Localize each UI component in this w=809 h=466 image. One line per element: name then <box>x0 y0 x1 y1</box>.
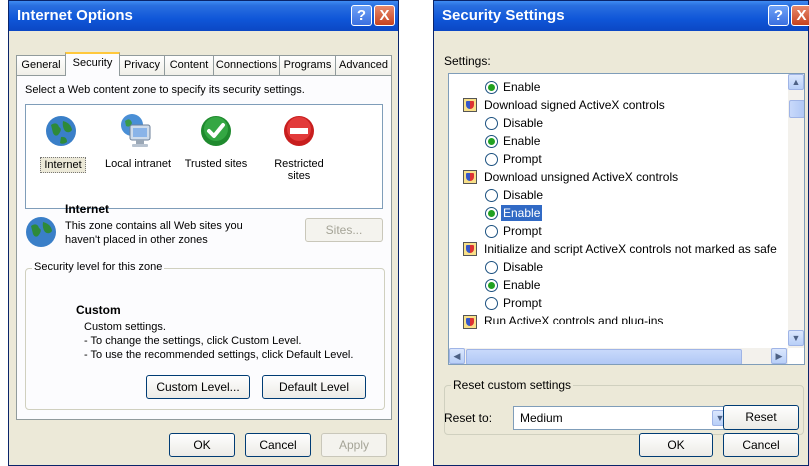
scroll-right-icon[interactable]: ▶ <box>771 348 787 364</box>
radio-disable[interactable] <box>485 117 498 130</box>
tab-security[interactable]: Security <box>65 52 120 76</box>
window-title: Security Settings <box>442 7 565 24</box>
option-label: Prompt <box>503 296 542 310</box>
setting-header: Initialize and script ActiveX controls n… <box>484 242 777 256</box>
option-label-highlighted: Enable <box>501 205 543 221</box>
radio-prompt[interactable] <box>485 297 498 310</box>
zone-restricted-sites[interactable]: Restricted sites <box>264 109 334 199</box>
security-level-line-2: - To change the settings, click Custom L… <box>84 335 302 347</box>
security-level-group: Security level for this zone Custom Cust… <box>25 261 385 410</box>
security-level-line-3: - To use the recommended settings, click… <box>84 349 354 361</box>
globe-icon <box>26 217 56 247</box>
internet-options-title-bar: Internet Options <box>9 1 398 31</box>
zone-local-intranet[interactable]: Local intranet <box>98 109 178 199</box>
shield-icon <box>463 242 477 256</box>
window-title: Internet Options <box>17 7 133 24</box>
zone-description-line-1: This zone contains all Web sites you <box>65 220 243 232</box>
option-label: Enable <box>503 278 541 292</box>
horizontal-scroll-thumb[interactable] <box>466 349 742 364</box>
tab-connections[interactable]: Connections <box>213 55 280 75</box>
reset-to-label: Reset to: <box>444 411 493 425</box>
zone-label-restricted-sites: Restricted sites <box>274 158 324 182</box>
option-label: Enable <box>503 134 541 148</box>
custom-level-button[interactable]: Custom Level... <box>146 375 250 399</box>
radio-enable-selected[interactable] <box>485 207 498 220</box>
settings-label: Settings: <box>444 54 491 68</box>
default-level-button[interactable]: Default Level <box>262 375 366 399</box>
security-level-group-label: Security level for this zone <box>32 261 165 273</box>
security-settings-window: Security Settings ? X Settings: Enable D… <box>433 0 809 466</box>
setting-header: Run ActiveX controls and plug-ins <box>484 314 664 324</box>
radio-enable[interactable] <box>485 279 498 292</box>
security-tab-panel: Select a Web content zone to specify its… <box>16 75 392 420</box>
option-label: Enable <box>503 80 541 94</box>
shield-icon <box>463 315 477 329</box>
reset-group-label: Reset custom settings <box>451 378 574 392</box>
scroll-down-icon[interactable]: ▼ <box>788 330 804 346</box>
tab-programs[interactable]: Programs <box>279 55 336 75</box>
option-label: Prompt <box>503 224 542 238</box>
horizontal-scrollbar[interactable]: ◀ ▶ <box>449 348 788 364</box>
zone-instruction: Select a Web content zone to specify its… <box>25 84 305 96</box>
close-button[interactable]: X <box>374 5 395 26</box>
zone-internet[interactable]: Internet <box>32 109 90 199</box>
radio-enable[interactable] <box>485 135 498 148</box>
sites-button[interactable]: Sites... <box>305 218 383 242</box>
radio-prompt[interactable] <box>485 225 498 238</box>
tab-general[interactable]: General <box>16 55 66 75</box>
ok-button[interactable]: OK <box>169 433 235 457</box>
monitor-globe-icon <box>121 114 151 147</box>
internet-options-window: Internet Options ? X General Security Pr… <box>8 0 399 466</box>
zone-list: Internet Local intranet Trusted sites Re… <box>25 104 383 209</box>
cancel-button[interactable]: Cancel <box>245 433 311 457</box>
zone-label-local-intranet: Local intranet <box>104 158 172 170</box>
radio-disable[interactable] <box>485 189 498 202</box>
radio-enable[interactable] <box>485 81 498 94</box>
green-check-icon <box>201 116 231 146</box>
ok-button[interactable]: OK <box>639 433 713 457</box>
cancel-button[interactable]: Cancel <box>723 433 799 457</box>
tab-advanced[interactable]: Advanced <box>335 55 392 75</box>
zone-label-trusted-sites: Trusted sites <box>184 158 248 170</box>
option-label: Disable <box>503 116 544 130</box>
reset-to-select[interactable]: Medium ▼ <box>513 406 731 430</box>
settings-list: Enable Download signed ActiveX controls … <box>448 73 805 365</box>
help-button[interactable]: ? <box>351 5 372 26</box>
setting-header: Download signed ActiveX controls <box>484 98 665 112</box>
option-label: Disable <box>503 188 544 202</box>
scroll-left-icon[interactable]: ◀ <box>449 348 465 364</box>
radio-prompt[interactable] <box>485 153 498 166</box>
security-settings-title-bar: Security Settings <box>434 1 808 31</box>
scroll-thumb[interactable] <box>789 100 804 118</box>
security-level-title: Custom <box>76 303 121 317</box>
zone-description-line-2: haven't placed in other zones <box>65 234 208 246</box>
shield-icon <box>463 170 477 184</box>
option-label: Disable <box>503 260 544 274</box>
zone-label-internet: Internet <box>40 157 86 173</box>
radio-disable[interactable] <box>485 261 498 274</box>
red-no-entry-icon <box>284 116 314 146</box>
shield-icon <box>463 98 477 112</box>
reset-to-value: Medium <box>520 411 563 425</box>
globe-icon <box>46 116 76 146</box>
security-level-line-1: Custom settings. <box>84 321 166 333</box>
zone-heading: Internet <box>65 202 110 216</box>
reset-button[interactable]: Reset <box>723 405 799 430</box>
option-label: Prompt <box>503 152 542 166</box>
tab-privacy[interactable]: Privacy <box>119 55 165 75</box>
scroll-up-icon[interactable]: ▲ <box>788 74 804 90</box>
apply-button[interactable]: Apply <box>321 433 387 457</box>
vertical-scrollbar[interactable]: ▲ ▼ <box>788 74 804 348</box>
setting-header: Download unsigned ActiveX controls <box>484 170 679 184</box>
close-button[interactable]: X <box>791 5 809 26</box>
tab-content[interactable]: Content <box>164 55 214 75</box>
zone-trusted-sites[interactable]: Trusted sites <box>180 109 252 199</box>
help-button[interactable]: ? <box>768 5 789 26</box>
